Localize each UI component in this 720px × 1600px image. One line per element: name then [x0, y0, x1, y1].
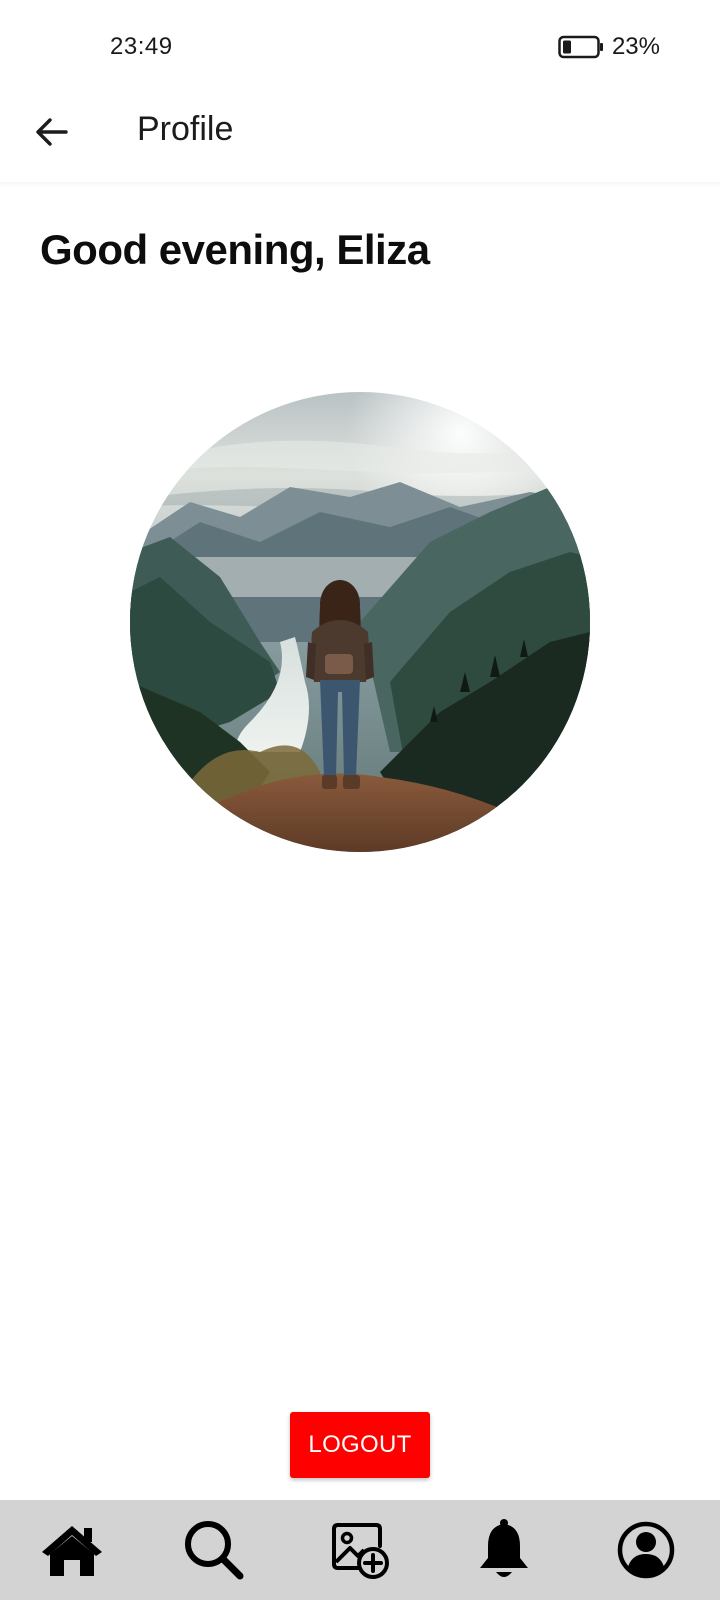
nav-notifications[interactable] [468, 1516, 540, 1584]
add-image-icon [332, 1523, 389, 1579]
nav-home[interactable] [36, 1516, 108, 1584]
battery-percent: 23% [611, 33, 660, 60]
greeting-text: Good evening, Eliza [40, 226, 430, 273]
bottom-navigation [0, 1500, 720, 1600]
profile-avatar [130, 392, 590, 852]
bell-icon [480, 1519, 528, 1577]
home-icon [42, 1526, 102, 1576]
status-bar: 23:49 23% [0, 0, 720, 90]
nav-profile[interactable] [610, 1516, 682, 1584]
nav-add-post[interactable] [324, 1516, 396, 1584]
nav-search[interactable] [178, 1516, 250, 1584]
search-icon [185, 1521, 244, 1580]
profile-photo [130, 392, 590, 852]
status-time: 23:49 [110, 33, 173, 60]
profile-screen: 23:49 23% Profile Good evening, Eliza LO… [0, 0, 720, 1600]
arrow-left-icon [36, 118, 68, 146]
logout-button[interactable]: LOGOUT [290, 1412, 430, 1478]
account-icon [617, 1521, 675, 1579]
battery-icon [558, 35, 603, 59]
page-title: Profile [137, 110, 234, 148]
back-button[interactable] [22, 102, 82, 162]
app-bar: Profile [0, 90, 720, 182]
battery-status: 23% [558, 33, 660, 61]
